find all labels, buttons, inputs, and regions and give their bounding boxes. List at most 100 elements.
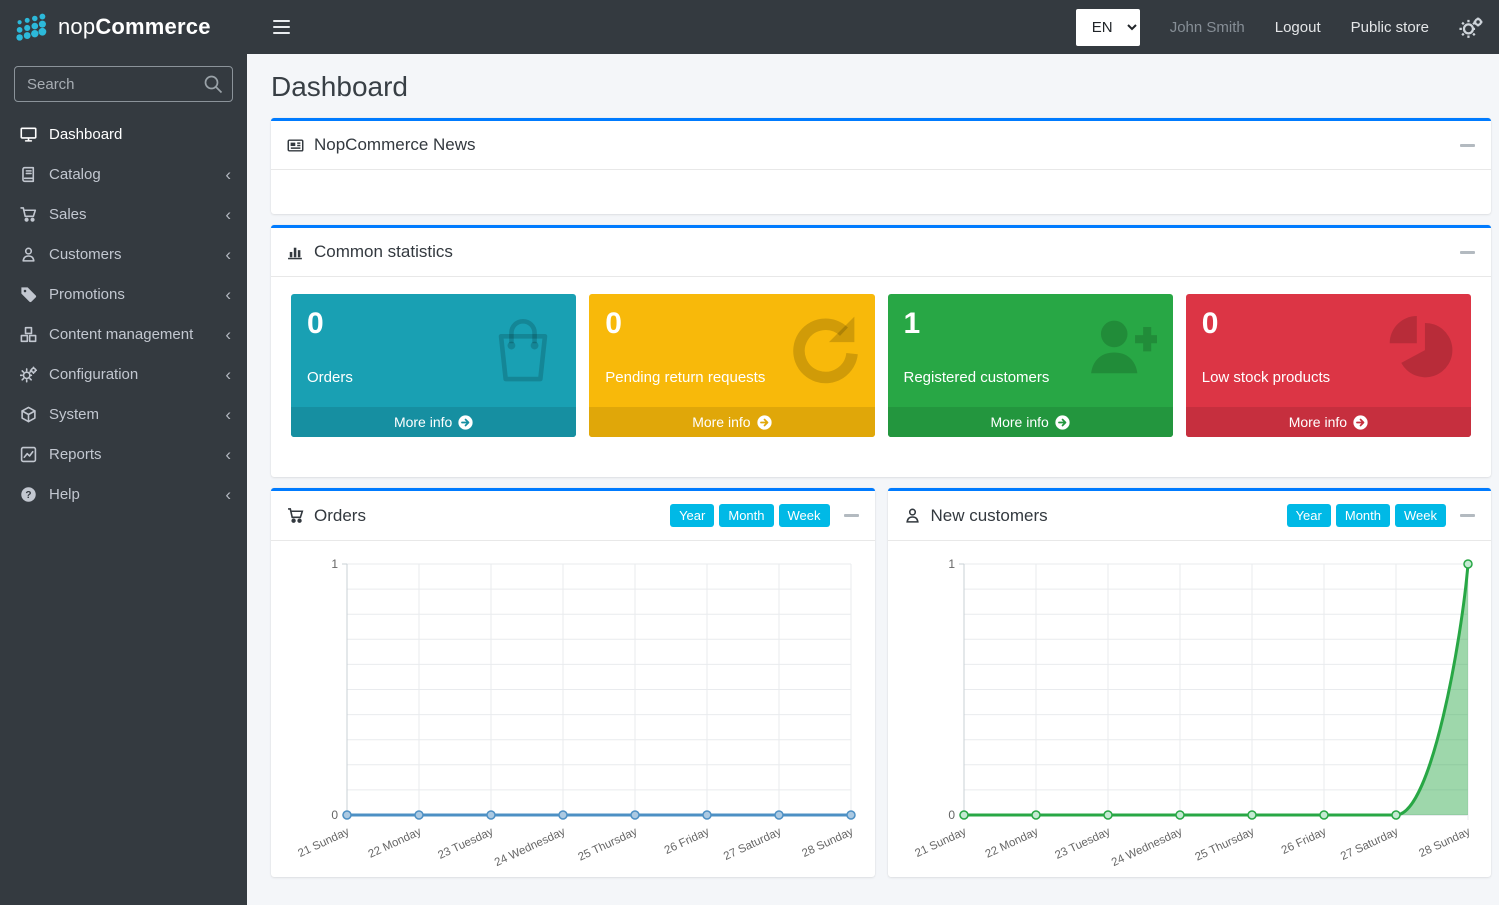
settings-gears-icon[interactable] bbox=[1459, 16, 1483, 38]
sidebar-item-label: Sales bbox=[49, 206, 87, 223]
stat-tile-registered-customers: 1 Registered customers More info bbox=[888, 294, 1173, 437]
chevron-left-icon: ‹ bbox=[225, 246, 231, 263]
bar-chart-icon bbox=[287, 244, 305, 261]
sidebar-item-help[interactable]: ? Help ‹ bbox=[0, 474, 247, 514]
sidebar: nopCommerce DashboardCatalog‹Sales‹Custo… bbox=[0, 0, 247, 905]
svg-text:27 Saturday: 27 Saturday bbox=[1338, 826, 1400, 863]
cube-icon bbox=[18, 405, 38, 423]
search-icon[interactable] bbox=[202, 73, 224, 95]
orders-range-buttons: YearMonth Week bbox=[670, 504, 829, 527]
cart-icon bbox=[18, 205, 38, 223]
range-button-year[interactable]: Year bbox=[670, 504, 714, 527]
customers-chart-panel: New customers YearMonthWeek 0121 Sunday2… bbox=[888, 488, 1492, 877]
sidebar-item-configuration[interactable]: Configuration‹ bbox=[0, 354, 247, 394]
sidebar-item-label: System bbox=[49, 406, 99, 423]
book-icon bbox=[18, 165, 38, 183]
stat-tiles: 0 Orders More info 0 Pending return requ… bbox=[291, 294, 1471, 437]
orders-chart-header: Orders YearMonth Week bbox=[271, 491, 875, 541]
sidebar-item-label: Promotions bbox=[49, 286, 125, 303]
range-button-year[interactable]: Year bbox=[1287, 504, 1331, 527]
new-customers-chart: 0121 Sunday22 Monday23 Tuesday24 Wednesd… bbox=[888, 541, 1491, 877]
svg-text:22 Monday: 22 Monday bbox=[367, 826, 424, 861]
collapse-icon[interactable] bbox=[1460, 514, 1475, 517]
svg-text:1: 1 bbox=[948, 557, 955, 571]
sidebar-item-label: Dashboard bbox=[49, 126, 122, 143]
stat-tile-body: 1 Registered customers bbox=[888, 294, 1173, 407]
question-icon: ? bbox=[18, 485, 38, 503]
range-button-month[interactable]: Month bbox=[1336, 504, 1390, 527]
sidebar-item-label: Content management bbox=[49, 326, 193, 343]
sidebar-item-content-management[interactable]: Content management‹ bbox=[0, 314, 247, 354]
news-panel: NopCommerce News bbox=[271, 118, 1491, 214]
stat-tile-orders: 0 Orders More info bbox=[291, 294, 576, 437]
chevron-left-icon: ‹ bbox=[225, 366, 231, 383]
chevron-left-icon: ‹ bbox=[225, 166, 231, 183]
more-info-link[interactable]: More info bbox=[589, 407, 874, 437]
statistics-panel-title: Common statistics bbox=[314, 242, 453, 262]
news-panel-header: NopCommerce News bbox=[271, 121, 1491, 170]
stat-label: Registered customers bbox=[904, 369, 1157, 386]
sidebar-item-customers[interactable]: Customers‹ bbox=[0, 234, 247, 274]
svg-text:0: 0 bbox=[331, 808, 338, 822]
range-button-month[interactable]: Month bbox=[719, 504, 773, 527]
more-info-link[interactable]: More info bbox=[1186, 407, 1471, 437]
sidebar-item-label: Catalog bbox=[49, 166, 101, 183]
newspaper-icon bbox=[287, 137, 305, 154]
stat-value: 0 bbox=[1202, 307, 1455, 342]
orders-chart-body: 0121 Sunday22 Monday23 Tuesday24 Wednesd… bbox=[271, 541, 875, 877]
svg-text:21 Sunday: 21 Sunday bbox=[913, 826, 968, 860]
sidebar-item-catalog[interactable]: Catalog ‹ bbox=[0, 154, 247, 194]
logout-link[interactable]: Logout bbox=[1275, 19, 1321, 36]
chevron-left-icon: ‹ bbox=[225, 406, 231, 423]
sidebar-item-reports[interactable]: Reports ‹ bbox=[0, 434, 247, 474]
chevron-left-icon: ‹ bbox=[225, 486, 231, 503]
collapse-icon[interactable] bbox=[1460, 251, 1475, 254]
arrow-circle-icon bbox=[1055, 415, 1070, 430]
svg-text:24 Wednesday: 24 Wednesday bbox=[1109, 826, 1184, 869]
brand-logo[interactable]: nopCommerce bbox=[0, 0, 247, 54]
chevron-left-icon: ‹ bbox=[225, 446, 231, 463]
sidebar-item-sales[interactable]: Sales‹ bbox=[0, 194, 247, 234]
app-root: nopCommerce DashboardCatalog‹Sales‹Custo… bbox=[0, 0, 1499, 905]
svg-text:21 Sunday: 21 Sunday bbox=[296, 826, 351, 860]
stat-label: Orders bbox=[307, 369, 560, 386]
page-title: Dashboard bbox=[271, 71, 1491, 103]
navbar-right: EN John Smith Logout Public store bbox=[1076, 9, 1483, 46]
chart-icon bbox=[18, 445, 38, 463]
range-button-week[interactable]: Week bbox=[1395, 504, 1446, 527]
language-select[interactable]: EN bbox=[1076, 9, 1140, 46]
sidebar-item-label: Help bbox=[49, 486, 80, 503]
svg-text:23 Tuesday: 23 Tuesday bbox=[436, 826, 495, 862]
range-button-week[interactable]: Week bbox=[779, 504, 830, 527]
sidebar-item-promotions[interactable]: Promotions ‹ bbox=[0, 274, 247, 314]
orders-chart-title: Orders bbox=[314, 506, 366, 526]
statistics-panel-header: Common statistics bbox=[271, 228, 1491, 277]
stat-tile-pending-return-requests: 0 Pending return requests More info bbox=[589, 294, 874, 437]
search-input[interactable] bbox=[14, 66, 233, 102]
chevron-left-icon: ‹ bbox=[225, 286, 231, 303]
brand-name: nopCommerce bbox=[58, 14, 211, 40]
sidebar-item-label: Reports bbox=[49, 446, 102, 463]
stat-tile-body: 0 Pending return requests bbox=[589, 294, 874, 407]
orders-chart: 0121 Sunday22 Monday23 Tuesday24 Wednesd… bbox=[271, 541, 874, 877]
statistics-panel: Common statistics 0 Orders More info 0 P… bbox=[271, 225, 1491, 477]
public-store-link[interactable]: Public store bbox=[1351, 19, 1429, 36]
svg-text:24 Wednesday: 24 Wednesday bbox=[493, 826, 568, 869]
stat-value: 0 bbox=[605, 307, 858, 342]
customers-chart-title: New customers bbox=[931, 506, 1048, 526]
svg-text:26 Friday: 26 Friday bbox=[663, 826, 712, 857]
menu-toggle-icon[interactable] bbox=[269, 14, 294, 40]
sidebar-menu: DashboardCatalog‹Sales‹Customers‹Promoti… bbox=[0, 114, 247, 514]
sidebar-item-system[interactable]: System ‹ bbox=[0, 394, 247, 434]
sidebar-item-dashboard[interactable]: Dashboard bbox=[0, 114, 247, 154]
collapse-icon[interactable] bbox=[844, 514, 859, 517]
collapse-icon[interactable] bbox=[1460, 144, 1475, 147]
more-info-link[interactable]: More info bbox=[888, 407, 1173, 437]
more-info-link[interactable]: More info bbox=[291, 407, 576, 437]
customers-range-buttons: YearMonthWeek bbox=[1287, 504, 1446, 527]
stat-tile-low-stock-products: 0 Low stock products More info bbox=[1186, 294, 1471, 437]
stat-label: Pending return requests bbox=[605, 369, 858, 386]
user-icon bbox=[18, 245, 38, 263]
svg-text:28 Sunday: 28 Sunday bbox=[1417, 826, 1472, 860]
arrow-circle-icon bbox=[1353, 415, 1368, 430]
